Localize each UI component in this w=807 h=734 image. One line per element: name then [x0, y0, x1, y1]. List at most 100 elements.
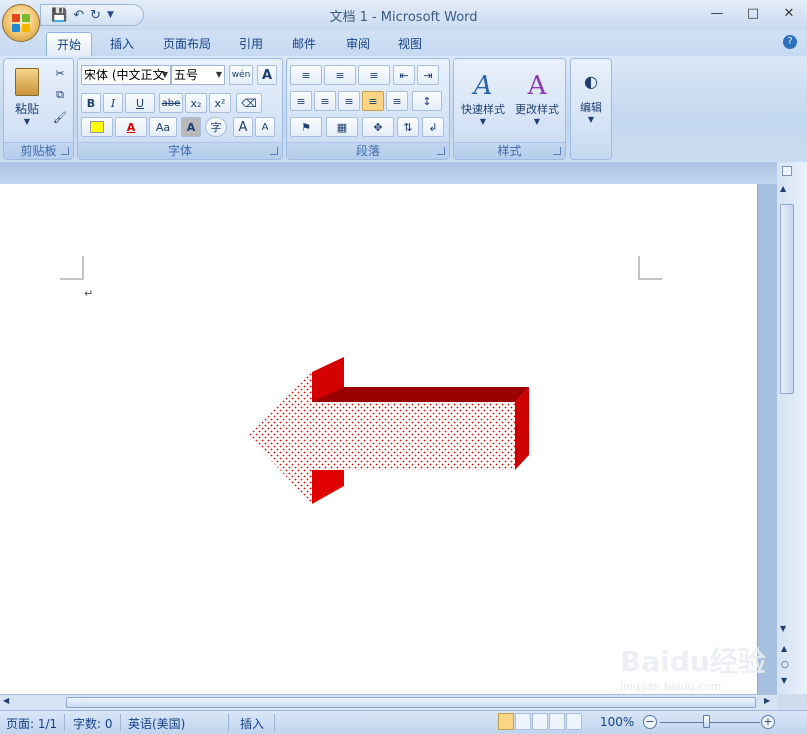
- outline-icon[interactable]: [549, 713, 565, 730]
- draft-icon[interactable]: [566, 713, 582, 730]
- shading-button[interactable]: ⚑: [290, 117, 322, 137]
- dialog-launcher-icon[interactable]: [437, 147, 445, 155]
- vertical-scrollbar[interactable]: ▲ ▼ ▲ ○ ▼: [777, 162, 807, 694]
- chevron-down-icon: ▼: [587, 115, 595, 124]
- grow-font-button[interactable]: A: [233, 117, 253, 137]
- multilevel-button[interactable]: ≡: [358, 65, 390, 85]
- paste-button[interactable]: 粘贴 ▼: [7, 62, 47, 132]
- brush-icon: 🖌: [53, 110, 67, 124]
- zoom-out-icon[interactable]: −: [643, 715, 657, 729]
- justify-button[interactable]: ≡: [362, 91, 384, 111]
- scroll-up-icon[interactable]: ▲: [780, 184, 786, 193]
- redo-icon[interactable]: ↻: [90, 8, 101, 23]
- show-marks-button[interactable]: ↲: [422, 117, 444, 137]
- chevron-down-icon: ▼: [533, 116, 541, 126]
- zoom-level[interactable]: 100%: [600, 715, 634, 729]
- tab-view[interactable]: 视图: [388, 32, 432, 56]
- tab-home[interactable]: 开始: [46, 32, 93, 56]
- zoom-in-icon[interactable]: +: [761, 715, 775, 729]
- change-styles-button[interactable]: A 更改样式 ▼: [510, 63, 564, 133]
- tab-insert[interactable]: 插入: [100, 32, 144, 56]
- increase-indent-button[interactable]: ⇥: [417, 65, 439, 85]
- numbering-button[interactable]: ≡: [324, 65, 356, 85]
- quick-styles-button[interactable]: A 快速样式 ▼: [456, 63, 510, 133]
- font-size-combo[interactable]: 五号 ▼: [171, 65, 225, 85]
- editing-button[interactable]: ◐ 编辑 ▼: [573, 63, 609, 133]
- arrow-top-band: [312, 387, 529, 402]
- bold-button[interactable]: B: [81, 93, 101, 113]
- phonetic-guide-button[interactable]: wén: [229, 65, 253, 85]
- maximize-icon[interactable]: □: [735, 0, 771, 26]
- copy-button[interactable]: ⧉: [50, 85, 70, 105]
- language-status[interactable]: 英语(美国): [128, 715, 185, 732]
- shrink-font-button[interactable]: A: [255, 117, 275, 137]
- decrease-indent-button[interactable]: ⇤: [393, 65, 415, 85]
- full-screen-reading-icon[interactable]: [515, 713, 531, 730]
- close-icon[interactable]: ✕: [771, 0, 807, 26]
- binoculars-icon: ◐: [584, 72, 598, 91]
- align-right-button[interactable]: ≡: [338, 91, 360, 111]
- dialog-launcher-icon[interactable]: [61, 147, 69, 155]
- help-icon[interactable]: ?: [783, 35, 797, 49]
- cut-button[interactable]: ✂: [50, 63, 70, 83]
- distribute-button[interactable]: ≡: [386, 91, 408, 111]
- justify-icon: ≡: [368, 94, 378, 108]
- bullets-button[interactable]: ≡: [290, 65, 322, 85]
- chevron-down-icon: ▼: [479, 116, 487, 126]
- tab-review[interactable]: 审阅: [336, 32, 380, 56]
- highlight-button[interactable]: [81, 117, 113, 137]
- ribbon: 粘贴 ▼ ✂ ⧉ 🖌 剪贴板 宋体 (中文正文 ▼ 五号 ▼ wén A B I U…: [0, 56, 807, 162]
- strikethrough-button[interactable]: abe: [159, 93, 183, 113]
- clipboard-group: 粘贴 ▼ ✂ ⧉ 🖌 剪贴板: [3, 58, 74, 160]
- vertical-scroll-thumb[interactable]: [780, 204, 794, 394]
- bullet-list-icon: ≡: [301, 68, 311, 82]
- line-spacing-button[interactable]: ↕: [412, 91, 442, 111]
- align-center-button[interactable]: ≡: [314, 91, 336, 111]
- indent-icon: ⇥: [423, 68, 433, 82]
- ruler-area: [0, 162, 807, 184]
- minimize-icon[interactable]: —: [699, 0, 735, 26]
- ruler-toggle-icon[interactable]: [782, 166, 792, 176]
- customize-icon[interactable]: ▼: [107, 10, 114, 20]
- tab-references[interactable]: 引用: [229, 32, 273, 56]
- italic-button[interactable]: I: [103, 93, 123, 113]
- zoom-slider-knob[interactable]: [703, 715, 710, 728]
- print-layout-icon[interactable]: [498, 713, 514, 730]
- word-count[interactable]: 字数: 0: [73, 715, 113, 732]
- tab-page-layout[interactable]: 页面布局: [153, 32, 221, 56]
- chevron-down-icon: ▼: [215, 70, 222, 79]
- underline-button[interactable]: U: [125, 93, 155, 113]
- subscript-button[interactable]: x₂: [185, 93, 207, 113]
- clear-format-button[interactable]: ⌫: [236, 93, 262, 113]
- chinese-layout-button[interactable]: ✥: [362, 117, 394, 137]
- align-center-icon: ≡: [320, 94, 330, 108]
- char-border-button[interactable]: A: [257, 65, 277, 85]
- dialog-launcher-icon[interactable]: [553, 147, 561, 155]
- save-icon[interactable]: 💾: [51, 8, 67, 23]
- change-case-button[interactable]: Aa: [149, 117, 177, 137]
- scroll-left-icon[interactable]: ◀: [3, 696, 9, 705]
- undo-icon[interactable]: ↶: [73, 8, 84, 23]
- page-count[interactable]: 页面: 1/1: [6, 715, 57, 732]
- office-button[interactable]: [2, 4, 40, 42]
- char-shading-button[interactable]: A: [181, 117, 201, 137]
- document-page[interactable]: ↵: [0, 184, 758, 694]
- enclose-char-button[interactable]: 字: [205, 117, 227, 137]
- borders-button[interactable]: ▦: [326, 117, 358, 137]
- font-color-button[interactable]: A: [115, 117, 147, 137]
- highlighter-icon: [90, 121, 104, 133]
- dialog-launcher-icon[interactable]: [270, 147, 278, 155]
- align-right-icon: ≡: [344, 94, 354, 108]
- format-painter-button[interactable]: 🖌: [50, 107, 70, 127]
- font-group: 宋体 (中文正文 ▼ 五号 ▼ wén A B I U abe x₂ x² ⌫ A …: [77, 58, 283, 160]
- sort-button[interactable]: ⇅: [397, 117, 419, 137]
- align-left-button[interactable]: ≡: [290, 91, 312, 111]
- superscript-button[interactable]: x²: [209, 93, 231, 113]
- tab-mailings[interactable]: 邮件: [282, 32, 326, 56]
- insert-mode[interactable]: 插入: [240, 715, 264, 732]
- web-layout-icon[interactable]: [532, 713, 548, 730]
- arrow-shape[interactable]: [240, 352, 540, 512]
- scroll-down-icon[interactable]: ▼: [780, 624, 786, 633]
- zoom-slider-track[interactable]: [660, 722, 760, 723]
- font-name-combo[interactable]: 宋体 (中文正文 ▼: [81, 65, 171, 85]
